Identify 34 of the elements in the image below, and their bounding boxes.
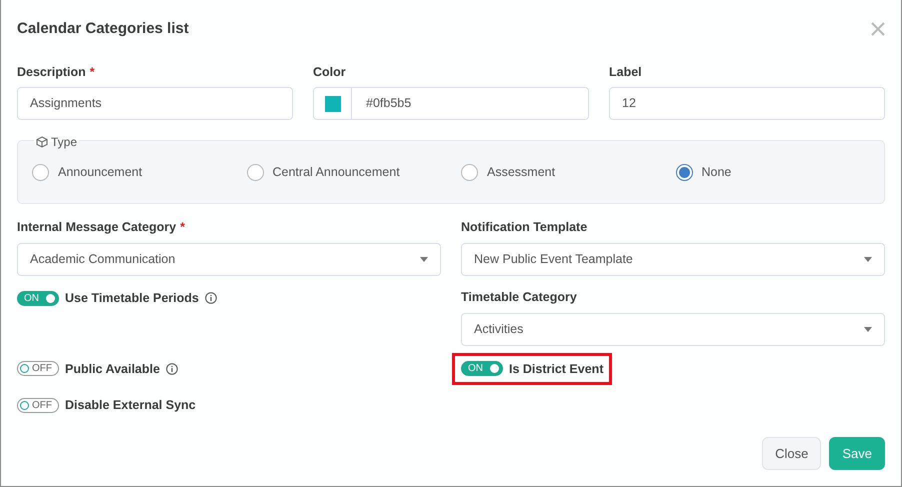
toggle-label: Disable External Sync (65, 397, 196, 414)
toggle-label: Is District Event (509, 360, 604, 378)
toggle-switch[interactable]: OFF (17, 361, 59, 376)
type-legend: Type (51, 133, 78, 152)
toggle-label: Public Available (65, 360, 160, 378)
info-icon (204, 292, 217, 304)
input-field[interactable]: Assignments (17, 87, 293, 120)
select-field[interactable]: Activities (461, 312, 885, 346)
toggle-label: Use Timetable Periods (65, 290, 199, 307)
close-icon[interactable] (869, 20, 887, 38)
dialog-title: Calendar Categories list (17, 19, 189, 39)
field-label: Internal Message Category (17, 219, 176, 236)
required-mark: * (180, 219, 185, 236)
select-field[interactable]: New Public Event Teamplate (461, 242, 885, 276)
field-label: Color (313, 64, 346, 80)
field-label: Description (17, 64, 86, 81)
input-field[interactable]: 12 (609, 87, 885, 120)
field-label: Label (609, 64, 642, 80)
select-field[interactable]: Academic Communication (17, 242, 441, 276)
field-label: Timetable Category (461, 288, 577, 306)
color-field[interactable]: #0fb5b5 (313, 87, 589, 120)
toggle-switch[interactable]: OFF (17, 398, 59, 414)
caret-icon (420, 256, 428, 262)
radio-option[interactable]: Central Announcement (246, 163, 441, 182)
radio-option[interactable]: None (676, 163, 870, 182)
caret-icon (864, 256, 872, 262)
required-mark: * (90, 64, 95, 80)
radio-option[interactable]: Announcement (32, 163, 226, 182)
field-label: Notification Template (461, 219, 588, 236)
caret-icon (864, 326, 872, 332)
info-icon (166, 362, 178, 375)
close-button[interactable]: Close (762, 436, 822, 470)
radio-option[interactable]: Assessment (461, 163, 656, 182)
cube-icon (36, 136, 48, 148)
